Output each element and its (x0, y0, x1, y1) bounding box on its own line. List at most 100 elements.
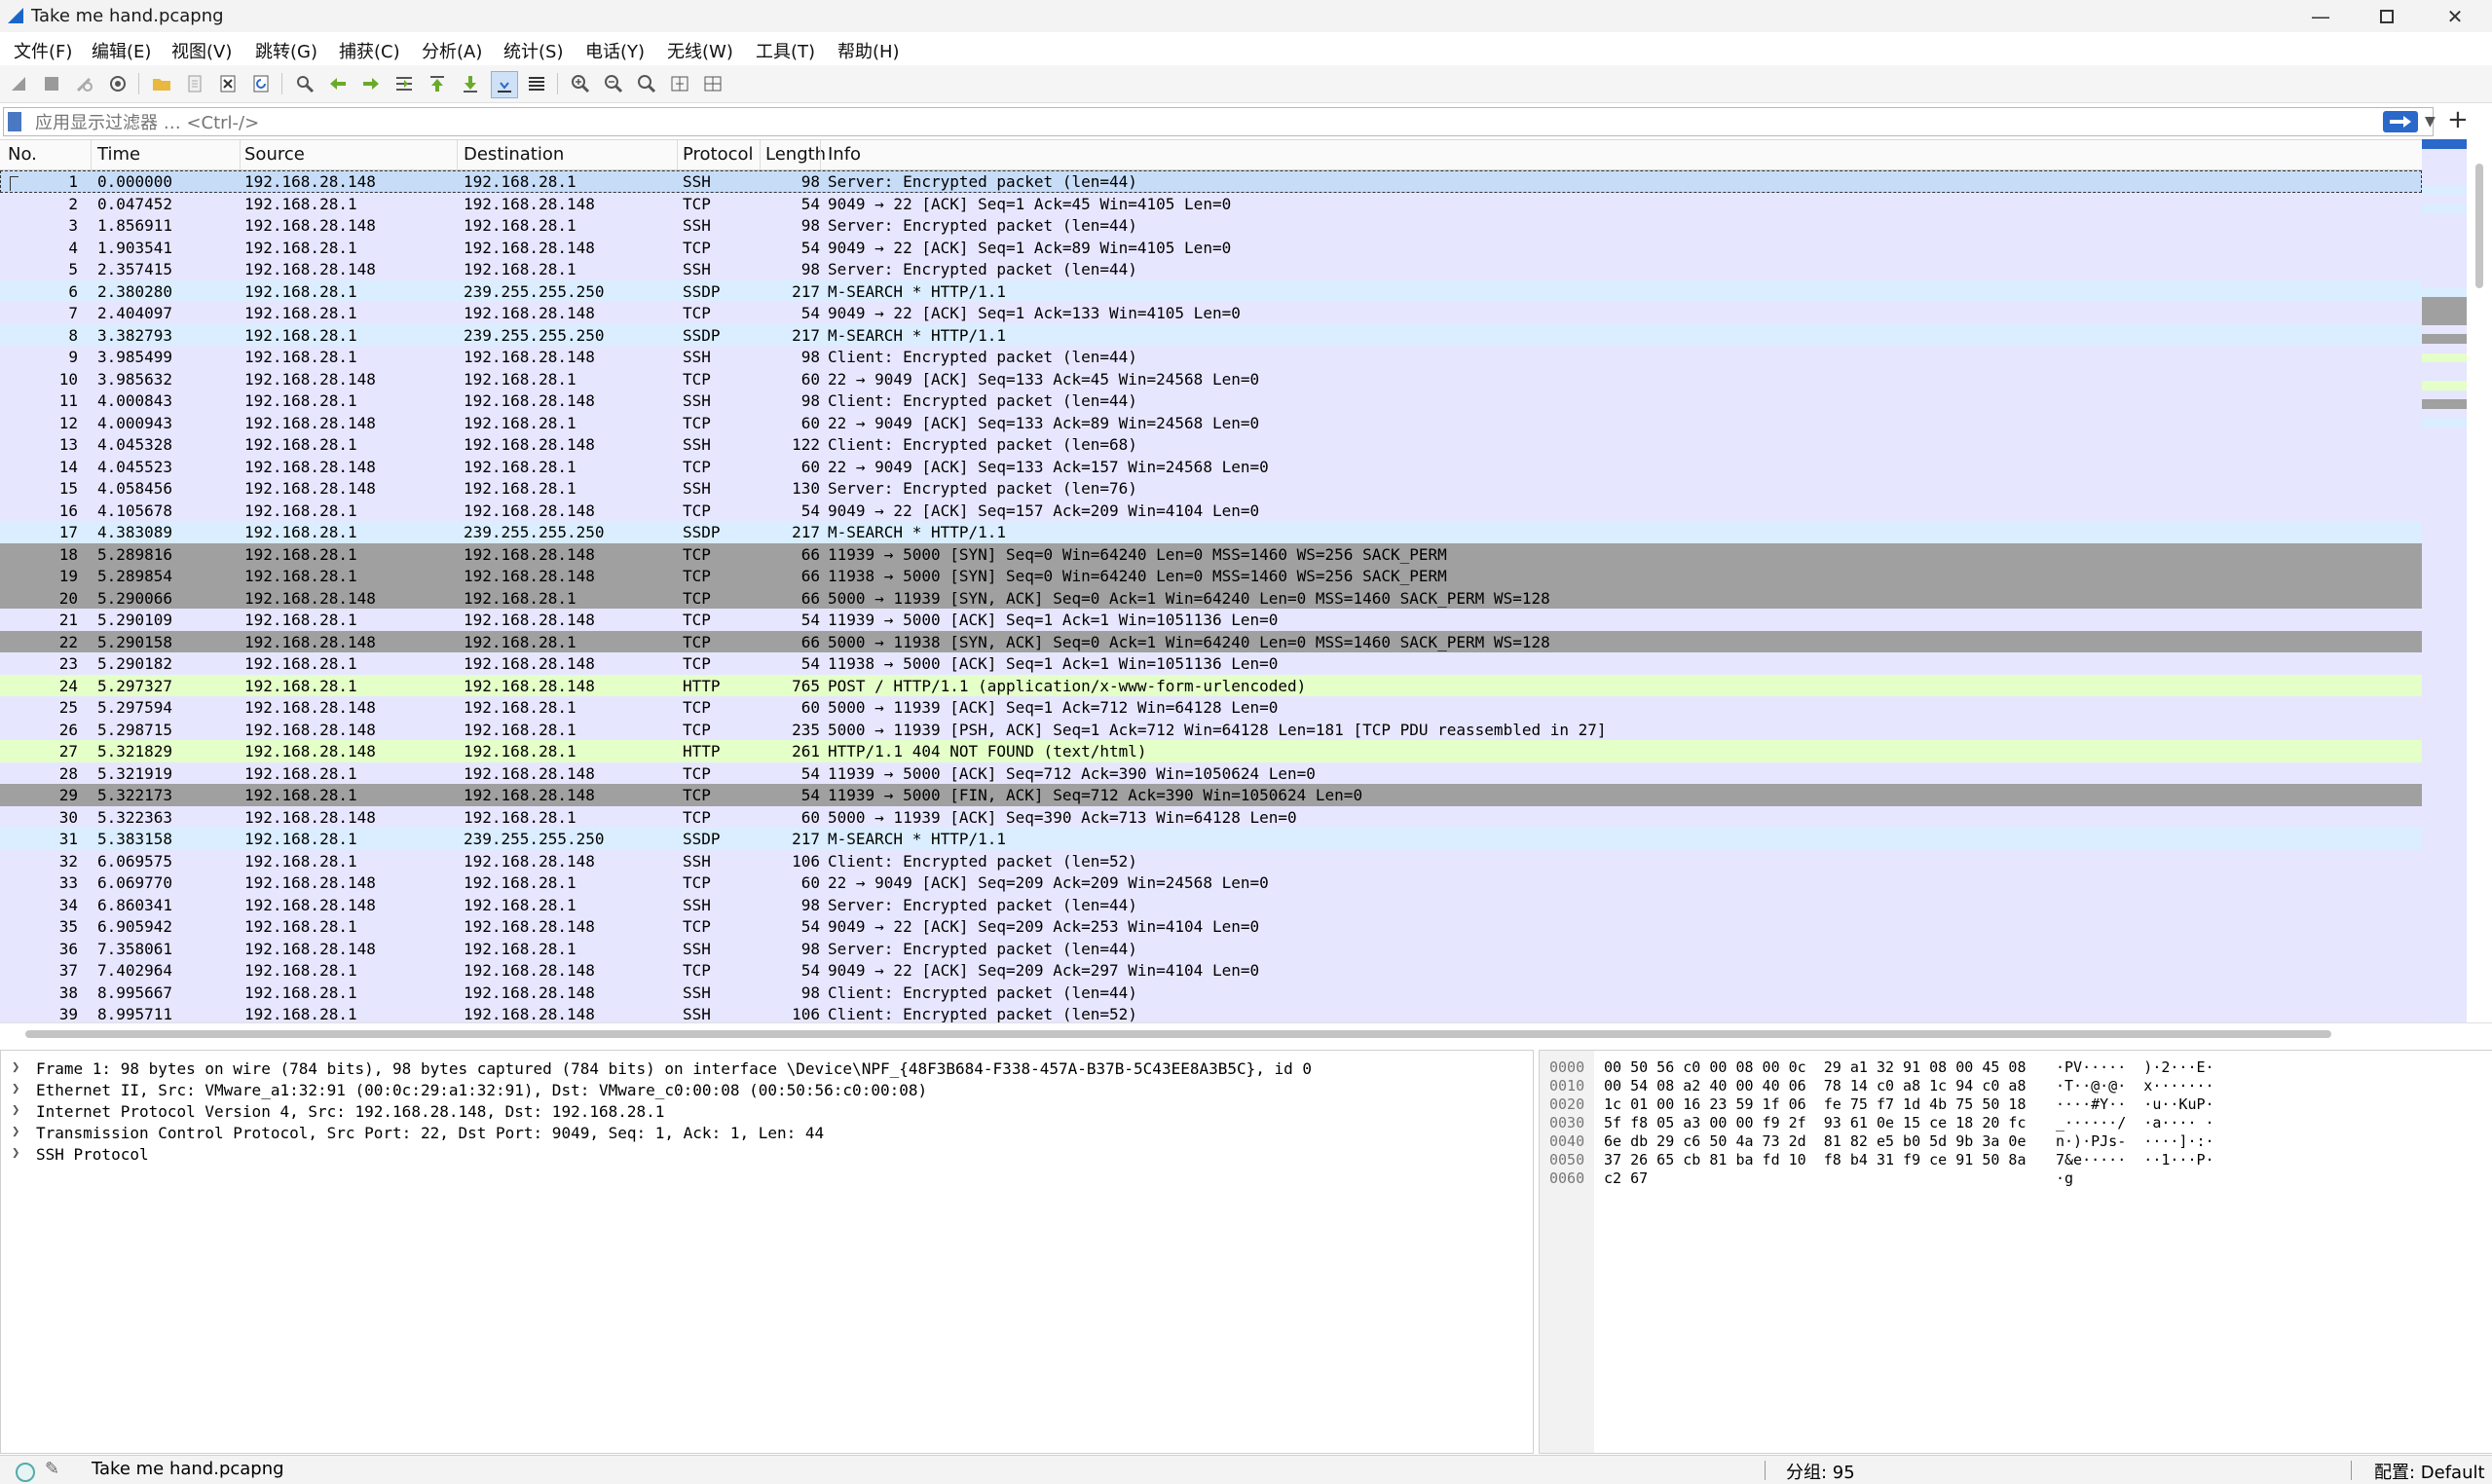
status-profile[interactable]: 配置: Default (2374, 1459, 2485, 1484)
column-length[interactable]: Length (765, 144, 826, 165)
go-last-button[interactable] (458, 71, 483, 96)
close-button[interactable]: ✕ (2425, 0, 2485, 32)
byte-ascii[interactable]: n·)·PJs- ····]·:· (2056, 1132, 2214, 1151)
table-row[interactable]: 34 6.860341 192.168.28.148 192.168.28.1 SSH 9… (0, 893, 2422, 915)
table-row[interactable]: 15 4.058456 192.168.28.148 192.168.28.1 SSH 1… (0, 477, 2422, 500)
menu-analyze[interactable]: 分析(A) (422, 38, 482, 63)
scrollbar-thumb[interactable] (25, 1030, 2331, 1038)
packet-bytes-pane[interactable]: 0000 00 50 56 c0 00 08 00 0c 29 a1 32 91… (1539, 1050, 2492, 1454)
zoom-in-button[interactable] (568, 71, 593, 96)
column-divider[interactable] (457, 140, 458, 169)
start-capture-button[interactable] (6, 71, 31, 96)
display-filter-input[interactable] (33, 111, 2374, 134)
menu-view[interactable]: 视图(V) (171, 38, 232, 63)
go-first-button[interactable] (425, 71, 450, 96)
table-row[interactable]: 22 5.290158 192.168.28.148 192.168.28.1 TCP 6… (0, 630, 2422, 652)
column-source[interactable]: Source (244, 144, 305, 165)
table-row[interactable]: 37 7.402964 192.168.28.1 192.168.28.148 TCP 5… (0, 959, 2422, 982)
menu-tools[interactable]: 工具(T) (756, 38, 815, 63)
byte-ascii[interactable]: ·PV····· )·2···E· (2056, 1058, 2214, 1077)
close-file-button[interactable] (215, 71, 241, 96)
byte-ascii[interactable]: 7&e····· ··1···P· (2056, 1151, 2214, 1169)
packet-list-horizontal-scrollbar[interactable] (0, 1022, 2492, 1045)
add-filter-button[interactable]: + (2447, 105, 2469, 134)
byte-ascii[interactable]: ····#Y·· ·u··KuP· (2056, 1095, 2214, 1114)
table-row[interactable]: 32 6.069575 192.168.28.1 192.168.28.148 SSH 1… (0, 849, 2422, 872)
normal-size-button[interactable] (634, 71, 659, 96)
byte-hex[interactable]: 1c 01 00 16 23 59 1f 06 fe 75 f7 1d 4b 7… (1604, 1095, 2026, 1114)
byte-ascii[interactable]: ·g (2056, 1169, 2073, 1188)
column-info[interactable]: Info (828, 144, 861, 165)
menu-wireless[interactable]: 无线(W) (667, 38, 733, 63)
resize-columns-button[interactable] (667, 71, 692, 96)
menu-file[interactable]: 文件(F) (14, 38, 72, 63)
table-row[interactable]: 19 5.289854 192.168.28.1 192.168.28.148 TCP 6… (0, 565, 2422, 587)
menu-statistics[interactable]: 统计(S) (503, 38, 563, 63)
expand-arrow-icon[interactable]: ❯ (12, 1145, 19, 1161)
table-row[interactable]: 12 4.000943 192.168.28.148 192.168.28.1 TCP 6… (0, 411, 2422, 433)
table-row[interactable]: 30 5.322363 192.168.28.148 192.168.28.1 TCP 6… (0, 805, 2422, 828)
table-row[interactable]: 14 4.045523 192.168.28.148 192.168.28.1 TCP 6… (0, 455, 2422, 477)
table-row[interactable]: 23 5.290182 192.168.28.1 192.168.28.148 TCP 5… (0, 652, 2422, 675)
table-row[interactable]: 5 2.357415 192.168.28.148 192.168.28.1 SSH 98… (0, 258, 2422, 280)
column-no[interactable]: No. (8, 144, 37, 165)
byte-ascii[interactable]: _······/ ·a···· · (2056, 1114, 2214, 1132)
table-row[interactable]: 25 5.297594 192.168.28.148 192.168.28.1 TCP 6… (0, 696, 2422, 719)
byte-hex[interactable]: c2 67 (1604, 1169, 1648, 1188)
save-file-button[interactable] (182, 71, 207, 96)
layout-button[interactable] (700, 71, 725, 96)
packet-list-vertical-scrollbar[interactable] (2467, 139, 2492, 1022)
colorize-button[interactable] (524, 71, 549, 96)
byte-hex[interactable]: 6e db 29 c6 50 4a 73 2d 81 82 e5 b0 5d 9… (1604, 1132, 2026, 1151)
menu-telephony[interactable]: 电话(Y) (585, 38, 645, 63)
table-row[interactable]: 1 0.000000 192.168.28.148 192.168.28.1 SSH 98… (0, 170, 2422, 193)
packet-minimap[interactable] (2422, 139, 2467, 1022)
find-packet-button[interactable] (292, 71, 317, 96)
byte-hex[interactable]: 00 54 08 a2 40 00 40 06 78 14 c0 a8 1c 9… (1604, 1077, 2026, 1095)
byte-hex[interactable]: 00 50 56 c0 00 08 00 0c 29 a1 32 91 08 0… (1604, 1058, 2026, 1077)
table-row[interactable]: 26 5.298715 192.168.28.148 192.168.28.1 TCP 2… (0, 718, 2422, 740)
table-row[interactable]: 7 2.404097 192.168.28.1 192.168.28.148 TCP 54… (0, 302, 2422, 324)
column-divider[interactable] (240, 140, 241, 169)
stop-capture-button[interactable] (39, 71, 64, 96)
table-row[interactable]: 6 2.380280 192.168.28.1 239.255.255.250 SSDP… (0, 279, 2422, 302)
filter-history-dropdown[interactable]: ▼ (2425, 114, 2436, 130)
table-row[interactable]: 18 5.289816 192.168.28.1 192.168.28.148 TCP 6… (0, 542, 2422, 565)
apply-filter-button[interactable] (2383, 111, 2418, 132)
reload-button[interactable] (248, 71, 274, 96)
table-row[interactable]: 24 5.297327 192.168.28.1 192.168.28.148 HTTP… (0, 674, 2422, 696)
column-divider[interactable] (677, 140, 678, 169)
column-time[interactable]: Time (97, 144, 140, 165)
table-row[interactable]: 13 4.045328 192.168.28.1 192.168.28.148 SSH 1… (0, 433, 2422, 456)
byte-ascii[interactable]: ·T··@·@· x······· (2056, 1077, 2214, 1095)
table-row[interactable]: 29 5.322173 192.168.28.1 192.168.28.148 TCP 5… (0, 784, 2422, 806)
byte-hex[interactable]: 37 26 65 cb 81 ba fd 10 f8 b4 31 f9 ce 9… (1604, 1151, 2026, 1169)
table-row[interactable]: 38 8.995667 192.168.28.1 192.168.28.148 SSH 9… (0, 981, 2422, 1003)
scrollbar-thumb[interactable] (2475, 164, 2483, 288)
column-destination[interactable]: Destination (464, 144, 564, 165)
table-row[interactable]: 9 3.985499 192.168.28.1 192.168.28.148 SSH 98… (0, 346, 2422, 368)
go-back-button[interactable] (325, 71, 351, 96)
byte-hex[interactable]: 5f f8 05 a3 00 00 f9 2f 93 61 0e 15 ce 1… (1604, 1114, 2026, 1132)
table-row[interactable]: 2 0.047452 192.168.28.1 192.168.28.148 TCP 54… (0, 192, 2422, 214)
table-row[interactable]: 4 1.903541 192.168.28.1 192.168.28.148 TCP 54… (0, 236, 2422, 258)
column-divider[interactable] (760, 140, 761, 169)
table-row[interactable]: 31 5.383158 192.168.28.1 239.255.255.250 SSD… (0, 828, 2422, 850)
filter-bookmark-icon[interactable] (8, 112, 21, 131)
expand-arrow-icon[interactable]: ❯ (12, 1081, 19, 1096)
table-row[interactable]: 20 5.290066 192.168.28.148 192.168.28.1 TCP 6… (0, 586, 2422, 609)
table-row[interactable]: 17 4.383089 192.168.28.1 239.255.255.250 SSD… (0, 521, 2422, 543)
table-row[interactable]: 35 6.905942 192.168.28.1 192.168.28.148 TCP 5… (0, 915, 2422, 938)
table-row[interactable]: 36 7.358061 192.168.28.148 192.168.28.1 SSH 9… (0, 937, 2422, 959)
expand-arrow-icon[interactable]: ❯ (12, 1059, 19, 1075)
menu-edit[interactable]: 编辑(E) (92, 38, 151, 63)
table-row[interactable]: 39 8.995711 192.168.28.1 192.168.28.148 SSH 1… (0, 1003, 2422, 1023)
open-file-button[interactable] (149, 71, 174, 96)
column-protocol[interactable]: Protocol (683, 144, 754, 165)
menu-go[interactable]: 跳转(G) (255, 38, 317, 63)
menu-capture[interactable]: 捕获(C) (339, 38, 400, 63)
table-row[interactable]: 8 3.382793 192.168.28.1 239.255.255.250 SSDP… (0, 323, 2422, 346)
table-row[interactable]: 11 4.000843 192.168.28.1 192.168.28.148 SSH 9… (0, 390, 2422, 412)
maximize-button[interactable] (2357, 0, 2417, 32)
column-divider[interactable] (91, 140, 92, 169)
